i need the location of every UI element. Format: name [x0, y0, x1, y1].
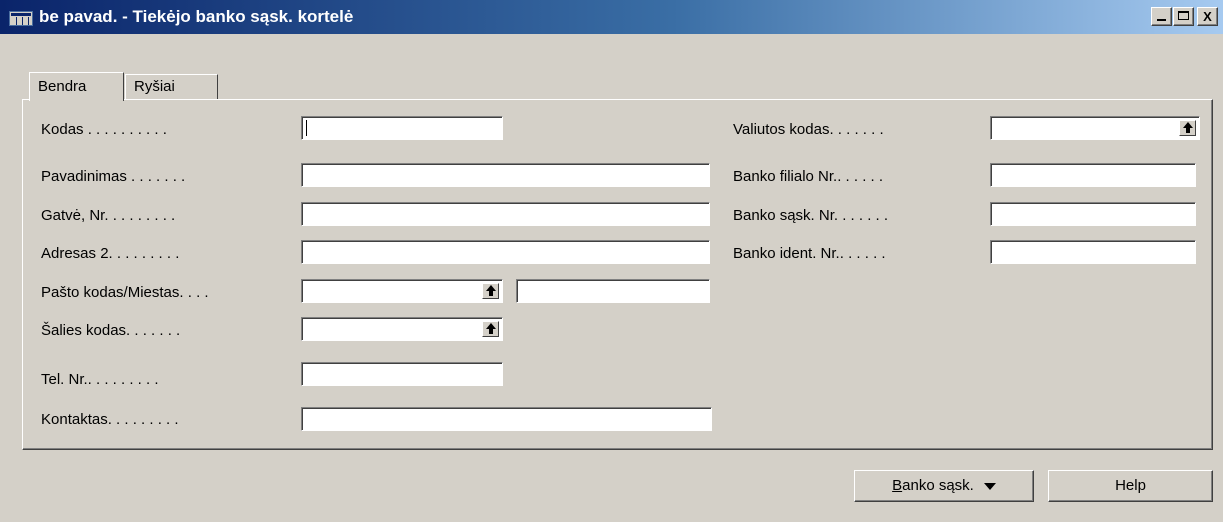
valiutos-kodas-field[interactable] — [990, 116, 1200, 140]
text-caret — [306, 120, 307, 136]
title-bar[interactable]: be pavad. - Tiekėjo banko sąsk. kortelė … — [0, 0, 1223, 34]
label-pasto-kodas-miestas: Pašto kodas/Miestas. . . . — [41, 284, 209, 301]
lookup-arrow-icon[interactable] — [1179, 120, 1196, 136]
lookup-arrow-icon[interactable] — [482, 283, 499, 299]
minimize-button[interactable] — [1151, 7, 1172, 26]
pavadinimas-field[interactable] — [301, 163, 710, 187]
tab-bendra-label: Bendra — [38, 78, 87, 95]
salies-kodas-field[interactable] — [301, 317, 503, 341]
help-button[interactable]: Help — [1048, 470, 1213, 502]
tab-rysiai[interactable]: Ryšiai — [125, 74, 218, 99]
label-valiutos-kodas: Valiutos kodas. . . . . . . — [733, 121, 884, 138]
lookup-arrow-icon[interactable] — [482, 321, 499, 337]
close-button[interactable]: X — [1197, 7, 1218, 26]
label-banko-ident-nr: Banko ident. Nr.. . . . . . — [733, 245, 886, 262]
pasto-kodas-field[interactable] — [301, 279, 503, 303]
label-salies-kodas: Šalies kodas. . . . . . . — [41, 322, 181, 339]
app-form-icon[interactable] — [9, 11, 33, 26]
minimize-icon — [1157, 19, 1166, 21]
adresas-2-field[interactable] — [301, 240, 710, 264]
label-banko-sask-nr: Banko sąsk. Nr. . . . . . . — [733, 207, 889, 224]
banko-sask-nr-field[interactable] — [990, 202, 1196, 226]
maximize-button[interactable] — [1173, 7, 1194, 26]
banko-sask-menu-button[interactable]: Banko sąsk. — [854, 470, 1034, 502]
maximize-icon — [1178, 11, 1189, 20]
label-gatve-nr: Gatvė, Nr. . . . . . . . . — [41, 207, 176, 224]
close-icon: X — [1203, 9, 1212, 24]
tel-nr-field[interactable] — [301, 362, 503, 386]
banko-filialo-nr-field[interactable] — [990, 163, 1196, 187]
label-banko-filialo-nr: Banko filialo Nr.. . . . . . — [733, 168, 884, 185]
miestas-field[interactable] — [516, 279, 710, 303]
banko-ident-nr-field[interactable] — [990, 240, 1196, 264]
tab-bendra[interactable]: Bendra — [29, 72, 124, 101]
help-label: Help — [1115, 477, 1146, 494]
tab-panel-bendra — [22, 99, 1213, 450]
label-pavadinimas: Pavadinimas . . . . . . . — [41, 168, 186, 185]
window-title: be pavad. - Tiekėjo banko sąsk. kortelė — [39, 7, 354, 26]
label-tel-nr: Tel. Nr.. . . . . . . . . — [41, 371, 159, 388]
label-adresas-2: Adresas 2. . . . . . . . . — [41, 245, 180, 262]
tab-rysiai-label: Ryšiai — [134, 78, 175, 95]
label-kodas: Kodas . . . . . . . . . . — [41, 121, 167, 138]
kontaktas-field[interactable] — [301, 407, 712, 431]
kodas-field[interactable] — [301, 116, 503, 140]
banko-sask-label: Banko sąsk. — [892, 477, 974, 494]
gatve-nr-field[interactable] — [301, 202, 710, 226]
label-kontaktas: Kontaktas. . . . . . . . . — [41, 411, 179, 428]
dropdown-arrow-icon — [983, 482, 996, 490]
